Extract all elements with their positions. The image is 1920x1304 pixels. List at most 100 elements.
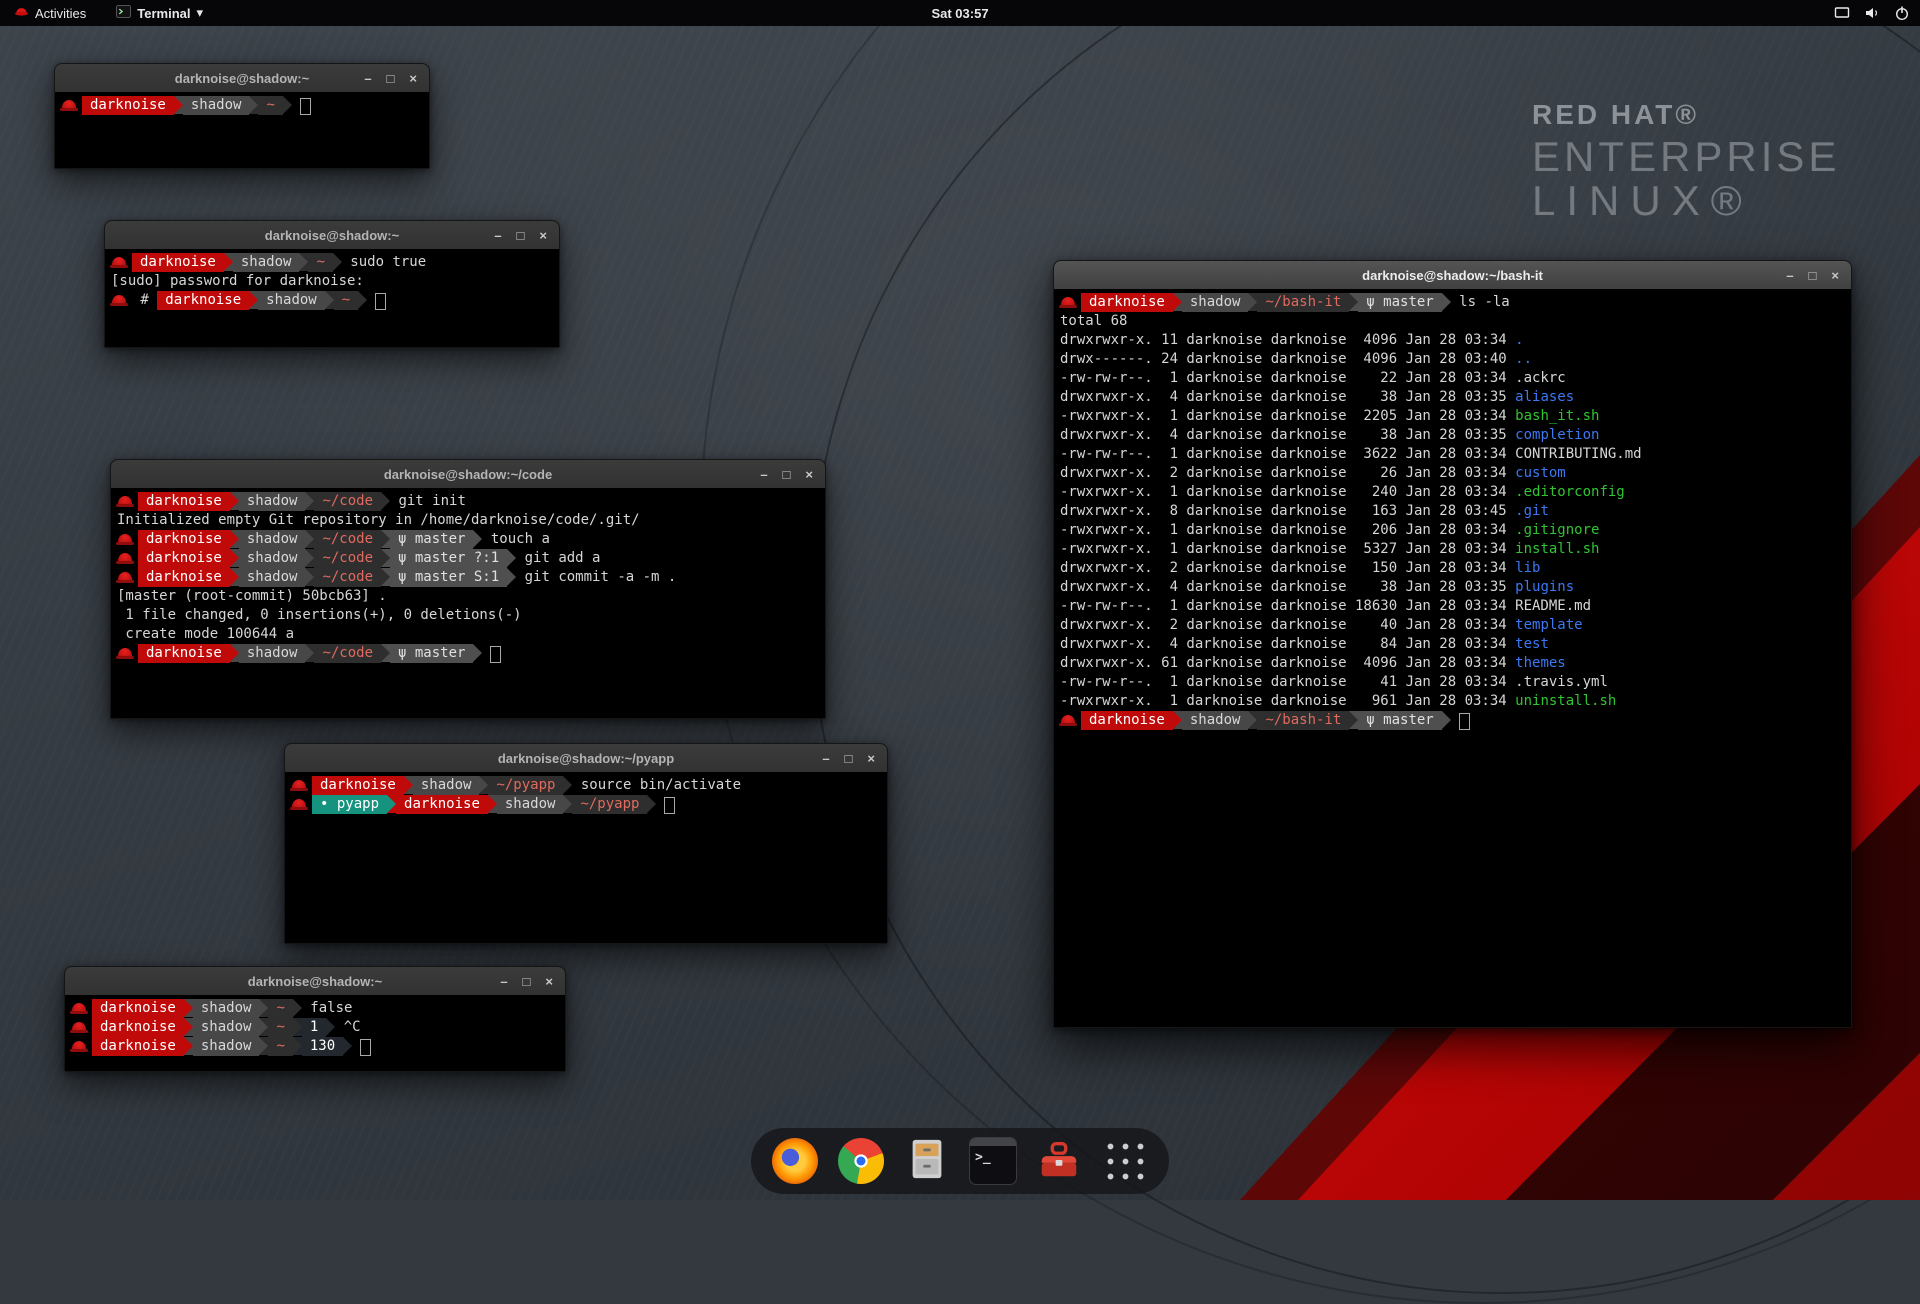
- prompt-segment-path: ~: [308, 253, 332, 272]
- terminal-content[interactable]: darknoiseshadow~/code git initInitialize…: [111, 488, 825, 718]
- close-button[interactable]: ×: [867, 752, 875, 765]
- minimize-button[interactable]: –: [500, 975, 507, 988]
- terminal-line: darknoiseshadow~130: [71, 1037, 559, 1056]
- powerline-arrow: [283, 96, 292, 114]
- redhat-prompt-icon: [118, 553, 132, 564]
- terminal-text: ^C: [335, 1019, 360, 1035]
- powerline-arrow: [479, 776, 488, 794]
- redhat-prompt-icon: [118, 572, 132, 583]
- app-menu-terminal[interactable]: Terminal ▾: [112, 0, 207, 26]
- terminal-line: -rw-rw-r--. 1 darknoise darknoise 3622 J…: [1060, 445, 1845, 464]
- redhat-prompt-icon: [112, 295, 126, 306]
- terminal-content[interactable]: darknoiseshadow~ sudo true[sudo] passwor…: [105, 249, 559, 347]
- close-button[interactable]: ×: [545, 975, 553, 988]
- terminal-content[interactable]: darknoiseshadow~/pyapp source bin/activa…: [285, 772, 887, 943]
- maximize-button[interactable]: □: [387, 72, 395, 85]
- minimize-button[interactable]: –: [760, 468, 767, 481]
- terminal-line: darknoiseshadow~: [61, 96, 423, 115]
- powerline-arrow: [488, 795, 497, 813]
- dock-item-terminal[interactable]: >_: [967, 1135, 1019, 1187]
- activities-button[interactable]: Activities: [10, 0, 90, 26]
- redhat-prompt-icon: [72, 1003, 86, 1014]
- close-button[interactable]: ×: [1831, 269, 1839, 282]
- terminal-window-pyapp[interactable]: darknoise@shadow:~/pyapp – □ × darknoise…: [284, 743, 888, 944]
- redhat-prompt-icon: [118, 534, 132, 545]
- close-button[interactable]: ×: [805, 468, 813, 481]
- dock-item-toolbox[interactable]: [1033, 1135, 1085, 1187]
- terminal-line: drwxrwxr-x. 4 darknoise darknoise 38 Jan…: [1060, 578, 1845, 597]
- terminal-text: completion: [1515, 427, 1599, 443]
- dock-item-show-apps[interactable]: [1099, 1135, 1151, 1187]
- terminal-line: darknoiseshadow~ false: [71, 999, 559, 1018]
- maximize-button[interactable]: □: [1809, 269, 1817, 282]
- terminal-line: 1 file changed, 0 insertions(+), 0 delet…: [117, 606, 819, 625]
- maximize-button[interactable]: □: [523, 975, 531, 988]
- close-button[interactable]: ×: [539, 229, 547, 242]
- terminal-text: -rw-rw-r--. 1 darknoise darknoise 18630 …: [1060, 598, 1591, 614]
- terminal-content[interactable]: darknoiseshadow~: [55, 92, 429, 168]
- powerline-arrow: [299, 253, 308, 271]
- close-button[interactable]: ×: [409, 72, 417, 85]
- maximize-button[interactable]: □: [783, 468, 791, 481]
- terminal-text: create mode 100644 a: [117, 626, 294, 642]
- terminal-text: lib: [1515, 560, 1540, 576]
- terminal-text: drwxrwxr-x. 4 darknoise darknoise 84 Jan…: [1060, 636, 1515, 652]
- powerline-arrow: [174, 96, 183, 114]
- terminal-line: drwxrwxr-x. 2 darknoise darknoise 150 Ja…: [1060, 559, 1845, 578]
- powerline-arrow: [249, 291, 258, 309]
- terminal-text: -rw-rw-r--. 1 darknoise darknoise 22 Jan…: [1060, 370, 1566, 386]
- terminal-cursor: [375, 293, 386, 310]
- terminal-text: plugins: [1515, 579, 1574, 595]
- prompt-segment-host: shadow: [239, 568, 306, 587]
- terminal-content[interactable]: darknoiseshadow~/bash-itψ master ls -lat…: [1054, 289, 1851, 1027]
- dock-item-files[interactable]: [901, 1135, 953, 1187]
- minimize-button[interactable]: –: [364, 72, 371, 85]
- terminal-text: drwxrwxr-x. 11 darknoise darknoise 4096 …: [1060, 332, 1515, 348]
- terminal-line: darknoiseshadow~/codeψ master touch a: [117, 530, 819, 549]
- terminal-line: total 68: [1060, 312, 1845, 331]
- terminal-text: drwxrwxr-x. 2 darknoise darknoise 26 Jan…: [1060, 465, 1515, 481]
- maximize-button[interactable]: □: [845, 752, 853, 765]
- powerline-arrow: [184, 999, 193, 1017]
- prompt-segment-host: shadow: [193, 1018, 260, 1037]
- minimize-button[interactable]: –: [822, 752, 829, 765]
- terminal-cursor: [664, 797, 675, 814]
- rhel-wordmark-enterprise: ENTERPRISE: [1532, 135, 1840, 179]
- terminal-prompt-glyph: >_: [975, 1150, 991, 1165]
- maximize-button[interactable]: □: [517, 229, 525, 242]
- prompt-segment-path: ~: [334, 291, 358, 310]
- minimize-button[interactable]: –: [1786, 269, 1793, 282]
- terminal-line: drwxrwxr-x. 11 darknoise darknoise 4096 …: [1060, 331, 1845, 350]
- window-titlebar[interactable]: darknoise@shadow:~/code – □ ×: [111, 460, 825, 489]
- volume-icon: [1864, 5, 1880, 21]
- prompt-segment-path: ~/code: [314, 549, 381, 568]
- system-tray[interactable]: [1834, 0, 1910, 26]
- prompt-segment-user: darknoise: [132, 253, 224, 272]
- terminal-window-home-small[interactable]: darknoise@shadow:~ – □ × darknoiseshadow…: [54, 63, 430, 169]
- dock-item-chrome[interactable]: [835, 1135, 887, 1187]
- window-titlebar[interactable]: darknoise@shadow:~/bash-it – □ ×: [1054, 261, 1851, 290]
- terminal-line: darknoiseshadow~ sudo true: [111, 253, 553, 272]
- terminal-window-code[interactable]: darknoise@shadow:~/code – □ × darknoises…: [110, 459, 826, 719]
- terminal-text: -rwxrwxr-x. 1 darknoise darknoise 961 Ja…: [1060, 693, 1515, 709]
- powerline-arrow: [184, 1037, 193, 1055]
- window-titlebar[interactable]: darknoise@shadow:~ – □ ×: [55, 64, 429, 93]
- powerline-arrow: [293, 1037, 302, 1055]
- window-titlebar[interactable]: darknoise@shadow:~/pyapp – □ ×: [285, 744, 887, 773]
- minimize-button[interactable]: –: [494, 229, 501, 242]
- powerline-arrow: [1442, 293, 1451, 311]
- terminal-text: drwxrwxr-x. 2 darknoise darknoise 40 Jan…: [1060, 617, 1515, 633]
- terminal-cursor: [360, 1039, 371, 1056]
- window-titlebar[interactable]: darknoise@shadow:~ – □ ×: [105, 221, 559, 250]
- terminal-text: drwxrwxr-x. 4 darknoise darknoise 38 Jan…: [1060, 427, 1515, 443]
- prompt-segment-host: shadow: [413, 776, 480, 795]
- terminal-content[interactable]: darknoiseshadow~ falsedarknoiseshadow~1 …: [65, 995, 565, 1071]
- terminal-window-bash-it[interactable]: darknoise@shadow:~/bash-it – □ × darknoi…: [1053, 260, 1852, 1028]
- terminal-window-sudo[interactable]: darknoise@shadow:~ – □ × darknoiseshadow…: [104, 220, 560, 348]
- window-titlebar[interactable]: darknoise@shadow:~ – □ ×: [65, 967, 565, 996]
- gnome-top-bar: Activities Terminal ▾ Sat 03:57: [0, 0, 1920, 26]
- terminal-text: drwxrwxr-x. 4 darknoise darknoise 38 Jan…: [1060, 579, 1515, 595]
- terminal-window-exitcodes[interactable]: darknoise@shadow:~ – □ × darknoiseshadow…: [64, 966, 566, 1072]
- clock[interactable]: Sat 03:57: [931, 6, 988, 21]
- dock-item-firefox[interactable]: [769, 1135, 821, 1187]
